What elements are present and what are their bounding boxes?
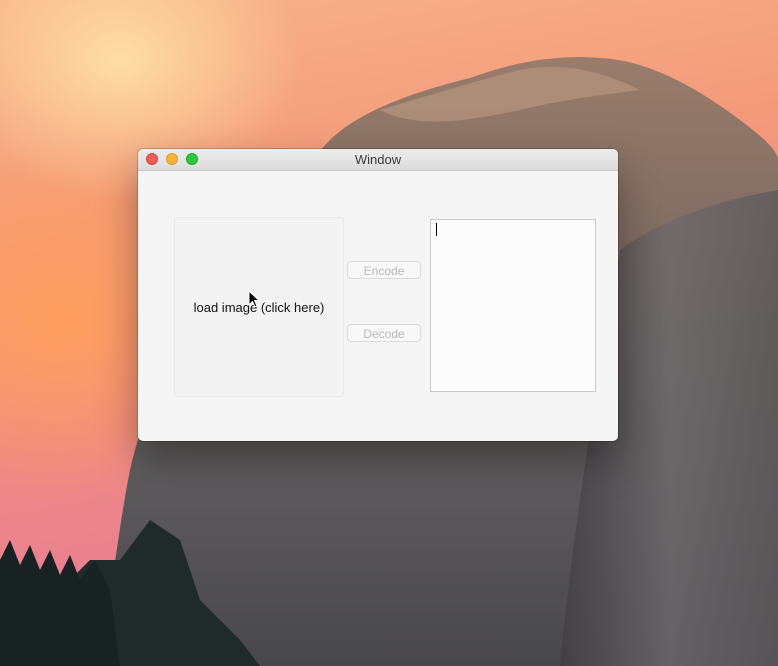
arrow-pointer-icon: [248, 290, 260, 308]
window-content: load image (click here) Encode Decode: [138, 171, 618, 441]
window-titlebar[interactable]: Window: [138, 149, 618, 171]
text-caret-icon: [436, 223, 437, 236]
window-title: Window: [354, 152, 402, 167]
message-text-area[interactable]: [430, 219, 596, 392]
encode-button[interactable]: Encode: [347, 261, 421, 279]
decode-button[interactable]: Decode: [347, 324, 421, 342]
desktop-wallpaper: Window load image (click here) Encode De…: [0, 0, 778, 666]
app-window: Window load image (click here) Encode De…: [138, 149, 618, 441]
